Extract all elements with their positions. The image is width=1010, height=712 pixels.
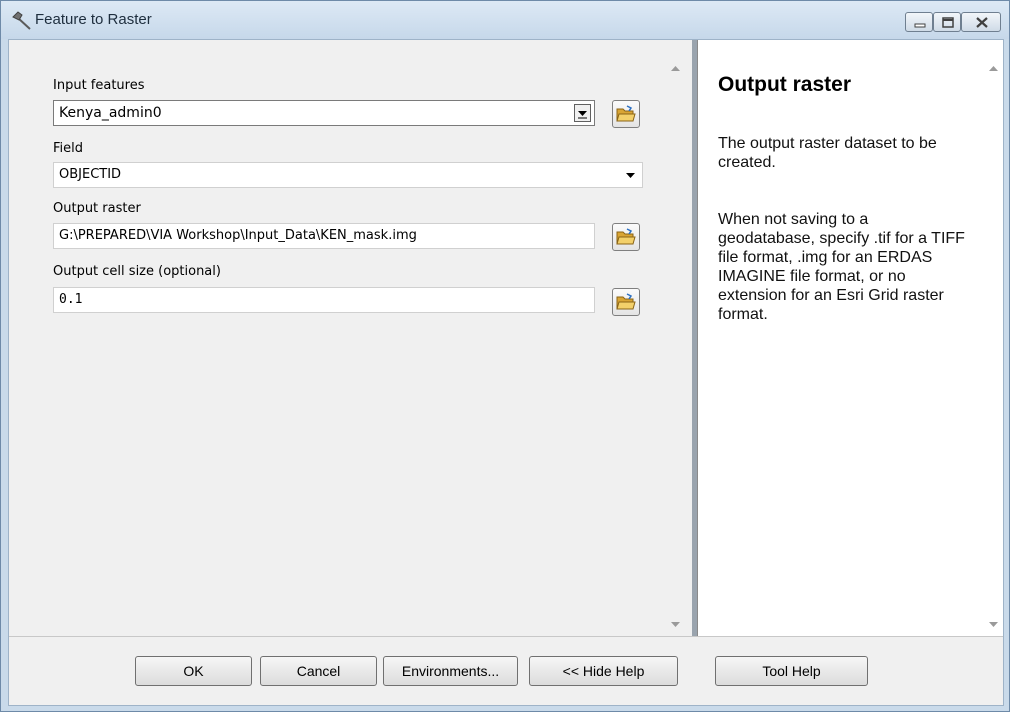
help-paragraph: The output raster dataset to be created. [718, 135, 937, 171]
cell-size-value: 0.1 [59, 292, 83, 307]
cancel-button[interactable]: Cancel [260, 656, 377, 686]
feature-to-raster-dialog: Feature to Raster Input features Kenya_a… [0, 0, 1010, 712]
chevron-down-icon[interactable] [622, 166, 639, 184]
output-raster-label: Output raster [53, 201, 141, 216]
tool-help-button[interactable]: Tool Help [715, 656, 868, 686]
parameters-scrollbar[interactable] [667, 40, 684, 636]
output-raster-input[interactable]: G:\PREPARED\VIA Workshop\Input_Data\KEN_… [53, 223, 595, 249]
help-pane: Output raster The output raster dataset … [697, 40, 1003, 636]
cell-size-label: Output cell size (optional) [53, 264, 221, 279]
hammer-icon [11, 11, 33, 31]
minimize-button[interactable] [905, 12, 933, 32]
field-label: Field [53, 141, 84, 156]
field-value: OBJECTID [59, 167, 122, 182]
cell-size-input[interactable]: 0.1 [53, 287, 595, 313]
window-title: Feature to Raster [35, 11, 152, 28]
hide-help-button[interactable]: << Hide Help [529, 656, 678, 686]
maximize-button[interactable] [933, 12, 961, 32]
help-paragraph: When not saving to a geodatabase, specif… [718, 211, 965, 323]
environments-button[interactable]: Environments... [383, 656, 518, 686]
dialog-body: Input features Kenya_admin0 Field OBJECT… [8, 39, 1004, 706]
output-raster-value: G:\PREPARED\VIA Workshop\Input_Data\KEN_… [59, 228, 417, 243]
scroll-up-icon[interactable] [671, 66, 680, 72]
help-title: Output raster [718, 73, 852, 96]
chevron-down-icon[interactable] [574, 104, 591, 122]
browse-input-features-button[interactable] [612, 100, 640, 128]
scroll-down-icon[interactable] [671, 622, 680, 628]
scroll-up-icon[interactable] [989, 66, 998, 72]
close-button[interactable] [961, 12, 1001, 32]
button-bar: OK Cancel Environments... << Hide Help T… [9, 636, 1003, 705]
field-combo[interactable]: OBJECTID [53, 162, 643, 188]
help-scrollbar[interactable] [985, 40, 1002, 636]
parameters-pane: Input features Kenya_admin0 Field OBJECT… [9, 40, 692, 636]
browse-output-raster-button[interactable] [612, 223, 640, 251]
scroll-down-icon[interactable] [989, 622, 998, 628]
input-features-value: Kenya_admin0 [59, 105, 162, 121]
ok-button[interactable]: OK [135, 656, 252, 686]
title-bar[interactable]: Feature to Raster [1, 1, 1009, 39]
input-features-label: Input features [53, 78, 145, 93]
input-features-combo[interactable]: Kenya_admin0 [53, 100, 595, 126]
browse-cell-size-button[interactable] [612, 288, 640, 316]
